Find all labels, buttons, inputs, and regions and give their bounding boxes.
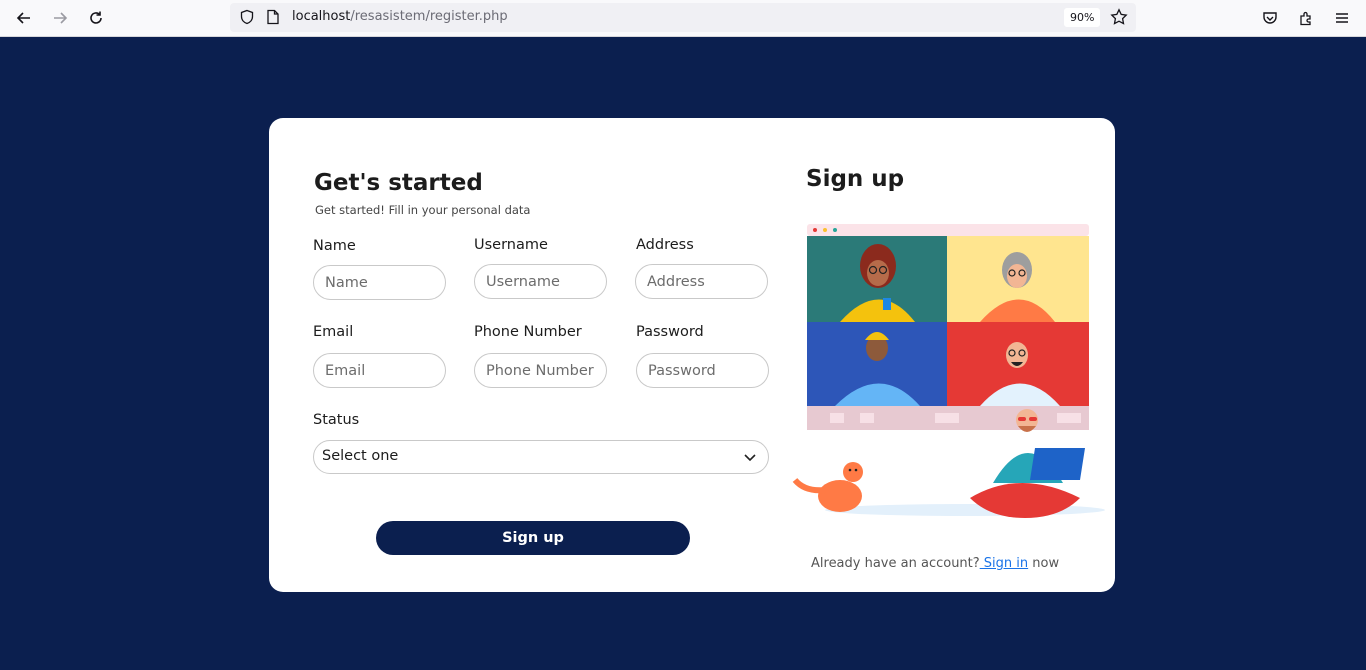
chevron-down-icon — [742, 449, 758, 465]
back-icon[interactable] — [12, 6, 36, 30]
side-title: Sign up — [806, 166, 905, 192]
url-text: localhost/resasistem/register.php — [292, 9, 508, 24]
password-input[interactable] — [636, 353, 769, 388]
extensions-icon[interactable] — [1294, 6, 1318, 30]
url-bar[interactable]: localhost/resasistem/register.php 90% — [230, 3, 1136, 32]
status-select[interactable]: Select one — [313, 440, 769, 474]
reload-icon[interactable] — [84, 6, 108, 30]
name-label: Name — [313, 238, 356, 254]
signin-prompt: Already have an account? Sign in now — [811, 556, 1059, 571]
address-input[interactable] — [635, 264, 768, 299]
video-call-illustration — [792, 224, 1105, 518]
status-selected-value: Select one — [322, 448, 399, 464]
form-title: Get's started — [314, 170, 483, 196]
form-subtitle: Get started! Fill in your personal data — [315, 203, 531, 217]
menu-icon[interactable] — [1330, 6, 1354, 30]
address-label: Address — [636, 237, 694, 253]
username-input[interactable] — [474, 264, 607, 299]
name-input[interactable] — [313, 265, 446, 300]
phone-input[interactable] — [474, 353, 607, 388]
signin-prompt-suffix: now — [1028, 556, 1060, 571]
zoom-level[interactable]: 90% — [1064, 8, 1101, 27]
url-path: /resasistem/register.php — [350, 9, 508, 24]
star-icon[interactable] — [1110, 8, 1128, 26]
page-icon[interactable] — [264, 8, 282, 26]
email-input[interactable] — [313, 353, 446, 388]
browser-toolbar: localhost/resasistem/register.php 90% — [0, 0, 1366, 37]
signin-prompt-text: Already have an account? — [811, 556, 980, 571]
sign-in-link[interactable]: Sign in — [980, 556, 1028, 571]
register-card: Get's started Get started! Fill in your … — [269, 118, 1115, 592]
url-host: localhost — [292, 9, 351, 24]
phone-label: Phone Number — [474, 324, 582, 340]
pocket-icon[interactable] — [1258, 6, 1282, 30]
password-label: Password — [636, 324, 704, 340]
email-label: Email — [313, 324, 354, 340]
status-label: Status — [313, 412, 360, 428]
forward-icon[interactable] — [48, 6, 72, 30]
shield-icon[interactable] — [238, 8, 256, 26]
sign-up-button[interactable]: Sign up — [376, 521, 690, 555]
username-label: Username — [474, 237, 548, 253]
